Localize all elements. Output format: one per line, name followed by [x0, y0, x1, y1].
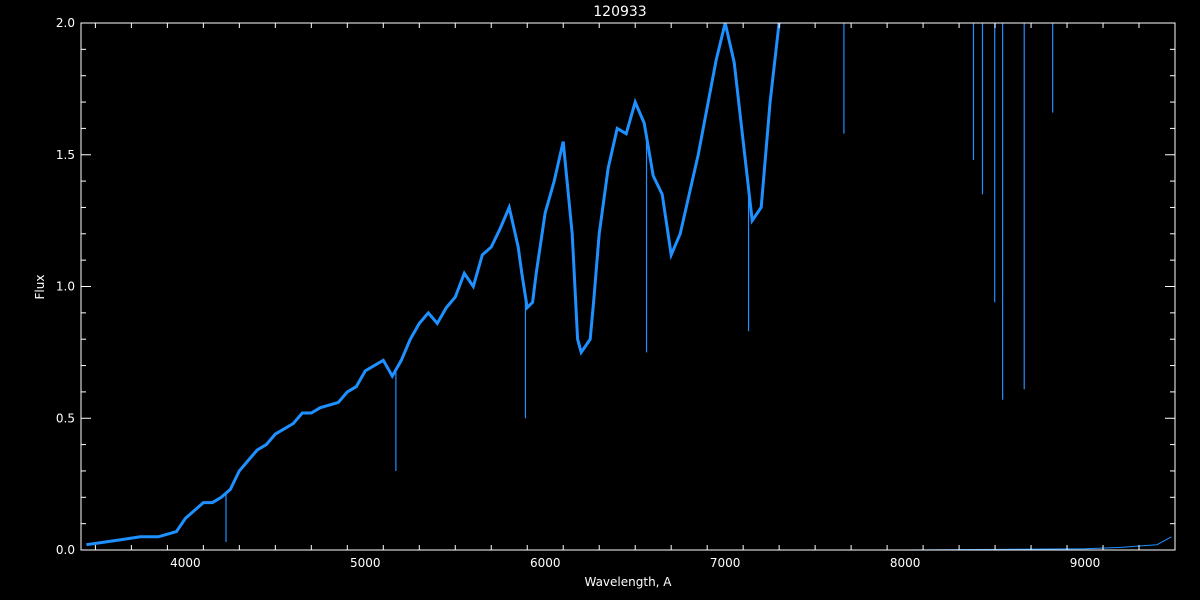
y-tick-label: 1.5	[56, 148, 75, 162]
x-tick-label: 4000	[170, 556, 201, 570]
chart-title: 120933	[593, 4, 646, 20]
plot-area	[86, 22, 1172, 551]
y-axis-label: Flux	[33, 275, 47, 300]
y-axis: 0.0 0.5 1.0 1.5 2.0	[56, 16, 1175, 557]
x-axis-label: Wavelength, A	[584, 575, 672, 589]
x-tick-label: 9000	[1070, 556, 1101, 570]
axes-frame	[80, 22, 1176, 551]
lower-trace-line	[176, 536, 1172, 551]
y-tick-label: 0.5	[56, 411, 75, 425]
x-tick-label: 7000	[710, 556, 741, 570]
y-tick-label: 2.0	[56, 16, 75, 30]
x-tick-label: 5000	[350, 556, 381, 570]
y-tick-label: 1.0	[56, 280, 75, 294]
spectrum-chart: 120933 4000 5000 6000 7000 8000 9000 0.0 0.5 1.…	[33, 4, 1176, 589]
y-tick-label: 0.0	[56, 543, 75, 557]
series-line	[86, 22, 781, 547]
x-tick-label: 6000	[530, 556, 561, 570]
absorption-lines	[225, 23, 1054, 543]
x-tick-label: 8000	[890, 556, 921, 570]
